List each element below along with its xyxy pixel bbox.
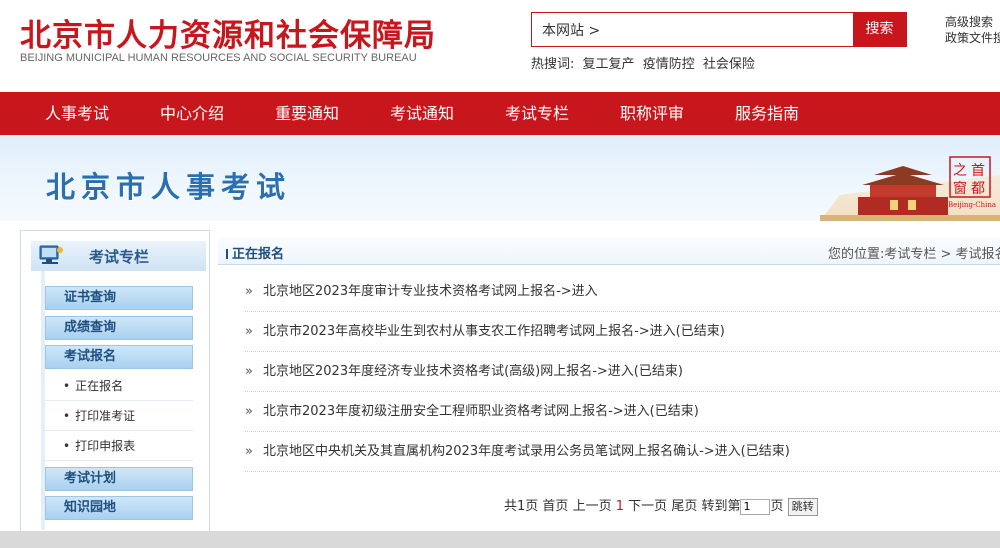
list-item-text: 北京地区2023年度经济专业技术资格考试(高级)网上报名->进入(已结束) [263,364,683,379]
seal-char-bottom: 都 [971,181,985,197]
hot-word-epidemic[interactable]: 疫情防控 [643,57,695,72]
search-button[interactable]: 搜索 [853,13,906,46]
nav-important-notice[interactable]: 重要通知 [275,92,339,135]
bullet-icon: • [63,439,71,453]
list-item-text: 北京地区中央机关及其直属机构2023年度考试录用公务员笔试网上报名确认->进入(… [263,444,790,459]
advanced-search-link[interactable]: 高级搜索 [945,14,1000,30]
sidebar-sub-application-form[interactable]: • 打印申报表 [45,431,193,461]
site-header: 北京市人力资源和社会保障局 BEIJING MUNICIPAL HUMAN RE… [0,0,1000,92]
seal-caption: Beijing-China [948,201,996,209]
hot-search-label: 热搜词: [531,57,575,72]
list-item-text: 北京市2023年度初级注册安全工程师职业资格考试网上报名->进入(已结束) [263,404,699,419]
policy-search-link[interactable]: 政策文件搜 [945,30,1000,46]
hot-word-resume-work[interactable]: 复工复产 [583,57,635,72]
nav-personnel-exam[interactable]: 人事考试 [45,92,109,135]
site-logo-english: BEIJING MUNICIPAL HUMAN RESOURCES AND SO… [20,52,417,64]
banner: 北京市人事考试 之 首 窗 都 Beijing-China [0,135,1000,221]
nav-exam-notice[interactable]: 考试通知 [390,92,454,135]
banner-title: 北京市人事考试 [46,170,292,204]
sidebar-sub-admission-ticket[interactable]: • 打印准考证 [45,401,193,431]
first-page-link[interactable]: 首页 [542,499,568,514]
goto-page-input[interactable] [740,498,771,515]
nav-service-guide[interactable]: 服务指南 [735,92,799,135]
double-arrow-icon: » [245,324,253,339]
sidebar-sub-signing[interactable]: • 正在报名 [45,371,193,401]
search-input[interactable] [532,13,854,46]
left-sidebar: 考试专栏 证书查询 成绩查询 考试报名 • 正在报名 • 打印准考证 • 打印申报表 … [20,230,210,548]
breadcrumb: 您的位置:考试专栏 > 考试报名 [828,247,1000,262]
seal-char-top: 首 [971,163,985,179]
bullet-icon: • [63,409,71,423]
footer-bar [0,531,1000,548]
list-item-text: 北京地区2023年度审计专业技术资格考试网上报名->进入 [263,284,598,299]
last-page-link[interactable]: 尾页 [671,499,697,514]
list-item[interactable]: » 北京地区中央机关及其直属机构2023年度考试录用公务员笔试网上报名确认->进入… [245,432,1000,472]
advanced-links: 高级搜索 政策文件搜 [945,14,1000,46]
site-logo[interactable]: 北京市人力资源和社会保障局 [20,10,436,55]
sidebar-cat-score[interactable]: 成绩查询 [45,316,193,340]
sidebar-heading: 考试专栏 [31,241,206,271]
list-item[interactable]: » 北京地区2023年度审计专业技术资格考试网上报名->进入 [245,272,1000,312]
list-item-text: 北京市2023年高校毕业生到农村从事支农工作招聘考试网上报名->进入(已结束) [263,324,725,339]
seal-char-left: 窗 [953,180,967,197]
content-title: 正在报名 [226,243,284,262]
double-arrow-icon: » [245,364,253,379]
content-title-text: 正在报名 [232,247,285,262]
title-bar-icon [226,249,228,259]
page-total: 共1页 [504,499,539,514]
sidebar-sub-label: 正在报名 [75,379,124,393]
hot-word-social-insurance[interactable]: 社会保险 [703,57,755,72]
sidebar-cat-cert[interactable]: 证书查询 [45,286,193,310]
main-nav: 人事考试 中心介绍 重要通知 考试通知 考试专栏 职称评审 服务指南 [0,92,1000,135]
sidebar-sub-label: 打印申报表 [75,439,136,453]
sidebar-cat-signup[interactable]: 考试报名 [45,345,193,369]
list-item[interactable]: » 北京地区2023年度经济专业技术资格考试(高级)网上报名->进入(已结束) [245,352,1000,392]
nav-center-intro[interactable]: 中心介绍 [160,92,224,135]
search-box: 搜索 [531,12,907,47]
hot-search: 热搜词: 复工复产 疫情防控 社会保险 [531,53,759,72]
goto-label: 转到第 [701,499,741,514]
sidebar-cat-knowledge[interactable]: 知识园地 [45,496,193,520]
prev-page-link[interactable]: 上一页 [573,499,612,514]
nav-title-review[interactable]: 职称评审 [620,92,684,135]
pagination: 共1页 首页 上一页 1 下一页 尾页 转到第 页 跳转 [504,495,818,516]
list-item[interactable]: » 北京市2023年度初级注册安全工程师职业资格考试网上报名->进入(已结束) [245,392,1000,432]
double-arrow-icon: » [245,444,253,459]
double-arrow-icon: » [245,284,253,299]
sidebar-heading-text: 考试专栏 [89,248,150,266]
seal-char-right: 之 [953,163,967,179]
current-page: 1 [615,499,625,514]
double-arrow-icon: » [245,404,253,419]
page-unit: 页 [770,499,784,514]
next-page-link[interactable]: 下一页 [628,499,667,514]
content-header: 正在报名 您的位置:考试专栏 > 考试报名 [218,237,1000,265]
goto-button[interactable]: 跳转 [787,497,818,516]
list-item[interactable]: » 北京市2023年高校毕业生到农村从事支农工作招聘考试网上报名->进入(已结束) [245,312,1000,352]
sidebar-cat-plan[interactable]: 考试计划 [45,467,193,491]
sidebar-sub-label: 打印准考证 [75,409,136,423]
tiananmen-seal-illustration: 之 首 窗 都 Beijing-China [820,156,1000,221]
nav-exam-column[interactable]: 考试专栏 [505,92,569,135]
bullet-icon: • [63,379,71,393]
computer-icon [39,245,63,264]
